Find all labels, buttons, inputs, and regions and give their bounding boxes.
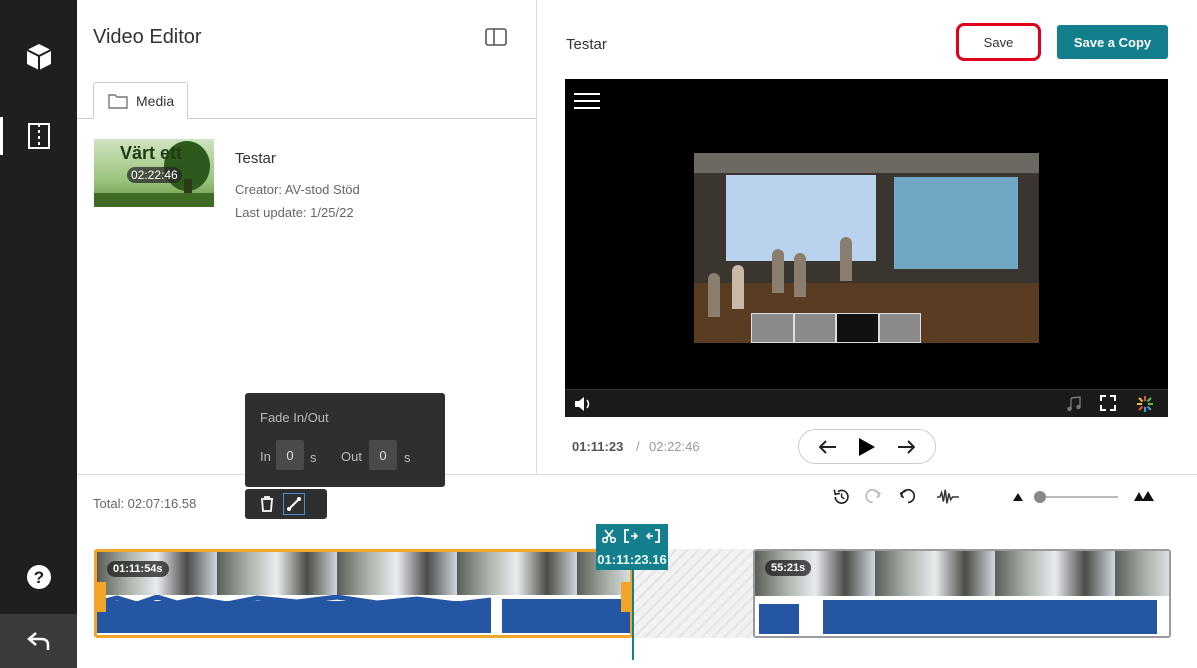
timeline-toolbar xyxy=(833,488,959,504)
playhead-toolbar: 01:11:23.16 xyxy=(596,524,668,570)
step-back-arrow-icon[interactable] xyxy=(819,439,837,454)
menu-icon[interactable] xyxy=(574,93,600,109)
help-button[interactable]: ? xyxy=(0,550,77,604)
clip-2-duration: 55:21s xyxy=(765,560,812,576)
folder-icon xyxy=(108,93,128,109)
left-rail: ? xyxy=(0,0,77,668)
editor-nav-button[interactable] xyxy=(0,109,77,163)
time-separator: / xyxy=(636,439,640,454)
set-in-point-icon[interactable] xyxy=(624,529,638,543)
fade-out-unit: s xyxy=(404,450,411,465)
video-frame xyxy=(694,153,1039,343)
clip-1-trim-start-handle[interactable] xyxy=(97,582,106,612)
save-a-copy-button[interactable]: Save a Copy xyxy=(1057,25,1168,59)
total-time: 02:22:46 xyxy=(649,439,700,454)
brand-asterisk-icon xyxy=(1137,396,1153,412)
media-entry-title[interactable]: Testar xyxy=(235,150,276,167)
tab-media[interactable]: Media xyxy=(93,82,188,119)
fade-in-out-popup: Fade In/Out In 0 s Out 0 s xyxy=(245,393,445,487)
video-player[interactable] xyxy=(565,79,1168,417)
zoom-out-icon[interactable] xyxy=(1012,492,1024,502)
volume-icon[interactable] xyxy=(574,396,592,412)
fade-in-unit: s xyxy=(310,450,317,465)
clip-tools xyxy=(245,489,327,519)
play-icon[interactable] xyxy=(858,437,876,457)
fade-button[interactable] xyxy=(283,493,305,515)
svg-text:?: ? xyxy=(33,568,43,587)
panel-layout-icon xyxy=(485,28,507,46)
fade-out-input[interactable]: 0 xyxy=(369,440,397,470)
redo-icon[interactable] xyxy=(865,488,881,504)
player-control-bar xyxy=(565,389,1168,417)
trash-icon[interactable] xyxy=(259,495,275,513)
back-button[interactable] xyxy=(0,614,77,668)
step-forward-arrow-icon[interactable] xyxy=(897,439,915,454)
cube-icon-button[interactable] xyxy=(0,30,77,84)
timeline-total: Total: 02:07:16.58 xyxy=(93,496,197,511)
timeline-clip-2[interactable]: 55:21s xyxy=(753,549,1171,638)
thumbnail-duration: 02:22:46 xyxy=(127,167,182,183)
fade-popup-title: Fade In/Out xyxy=(260,410,329,425)
fade-out-label: Out xyxy=(341,449,362,464)
back-icon xyxy=(26,632,49,650)
clip-1-trim-end-handle[interactable] xyxy=(621,582,630,612)
fade-in-input[interactable]: 0 xyxy=(276,440,304,470)
playback-controls xyxy=(798,429,936,464)
fade-in-label: In xyxy=(260,449,271,464)
page-title: Video Editor xyxy=(93,26,202,48)
fade-curve-icon xyxy=(287,497,301,511)
timeline-clip-1[interactable]: 01:11:54s xyxy=(94,549,633,638)
film-strip-icon xyxy=(27,123,50,149)
undo-icon[interactable] xyxy=(899,488,916,504)
cube-icon xyxy=(26,44,51,70)
scissors-icon[interactable] xyxy=(602,529,616,543)
zoom-slider-handle[interactable] xyxy=(1034,491,1046,503)
media-entry-creator: Creator: AV-stod Stöd xyxy=(235,182,360,197)
help-icon: ? xyxy=(26,565,51,589)
zoom-in-icon[interactable] xyxy=(1133,490,1155,502)
zoom-control xyxy=(1012,488,1158,506)
tab-media-label: Media xyxy=(136,92,175,109)
playhead-timecode: 01:11:23.16 xyxy=(597,552,667,567)
media-thumbnail[interactable]: Värt ett 02:22:46 xyxy=(94,139,214,207)
music-note-icon[interactable] xyxy=(1066,396,1082,412)
zoom-slider-track[interactable] xyxy=(1038,496,1118,498)
fullscreen-icon[interactable] xyxy=(1100,395,1116,411)
media-entry-last-update: Last update: 1/25/22 xyxy=(235,205,354,220)
reset-icon[interactable] xyxy=(833,489,849,504)
current-time: 01:11:23 xyxy=(572,439,624,454)
waveform-icon[interactable] xyxy=(937,489,959,504)
save-button[interactable]: Save xyxy=(956,23,1041,61)
thumbnail-wordmark: Värt ett xyxy=(120,143,183,163)
set-out-point-icon[interactable] xyxy=(646,529,660,543)
toggle-layout-button[interactable] xyxy=(485,28,507,51)
preview-title: Testar xyxy=(566,36,607,53)
clip-1-duration: 01:11:54s xyxy=(107,561,169,577)
